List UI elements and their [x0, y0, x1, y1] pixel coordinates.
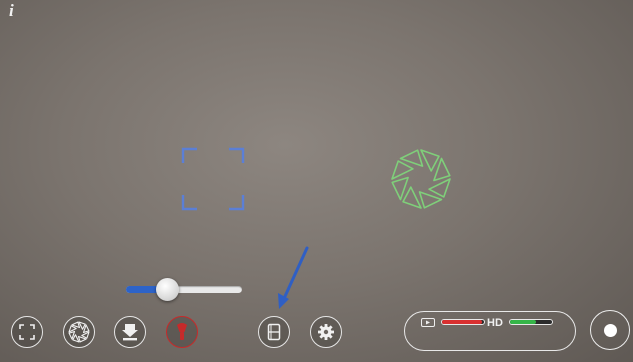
storage-bar [441, 319, 485, 325]
record-button[interactable] [590, 310, 630, 350]
zoom-track[interactable] [126, 286, 242, 293]
settings-button[interactable] [310, 316, 342, 348]
aperture-icon [68, 321, 90, 343]
recording-status-panel: HD [404, 311, 576, 351]
camera-icon [421, 318, 435, 327]
flashlight-icon [177, 323, 187, 340]
film-icon [267, 323, 281, 341]
info-icon[interactable]: i [9, 2, 14, 20]
zoom-thumb[interactable] [155, 278, 179, 301]
flash-button[interactable] [166, 316, 198, 348]
media-library-button[interactable] [258, 316, 290, 348]
exposure-button[interactable] [63, 316, 95, 348]
white-balance-button[interactable] [114, 316, 146, 348]
battery-bar [509, 319, 553, 325]
storage-fill [442, 320, 482, 324]
annotation-arrow [278, 246, 309, 309]
battery-fill [510, 320, 537, 324]
focus-reticle-icon[interactable] [181, 147, 245, 211]
record-icon [603, 323, 617, 337]
zoom-slider[interactable] [126, 278, 242, 301]
fullscreen-button[interactable] [11, 316, 43, 348]
exposure-reticle-icon[interactable] [390, 148, 452, 210]
white-balance-icon [122, 324, 138, 341]
fullscreen-icon [19, 324, 35, 340]
gear-icon [318, 324, 334, 340]
quality-label: HD [487, 317, 503, 329]
